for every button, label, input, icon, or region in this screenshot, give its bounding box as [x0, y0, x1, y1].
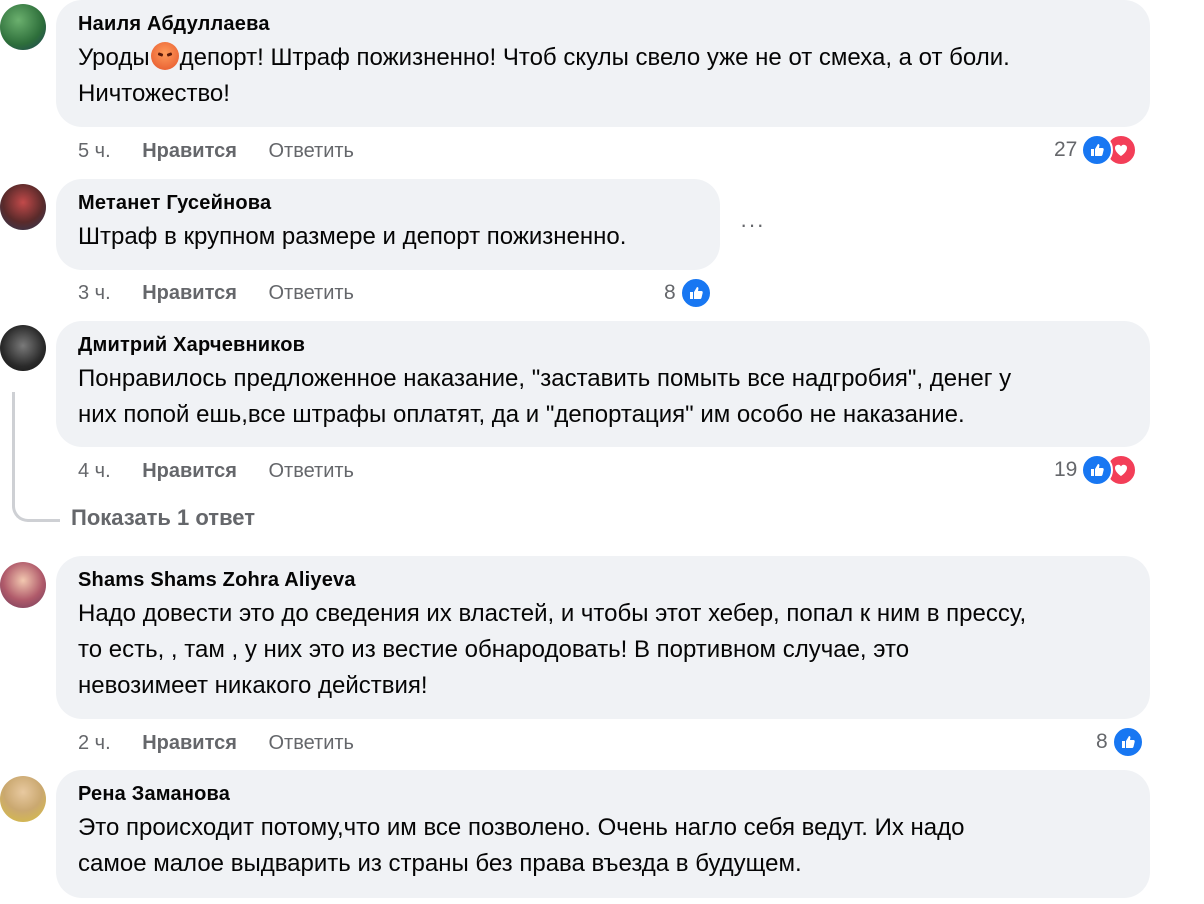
comment-actions: 4 ч. Нравится Ответить — [78, 456, 380, 486]
avatar[interactable] — [0, 776, 46, 822]
like-reaction-icon — [679, 277, 712, 309]
comment-actions: 5 ч. Нравится Ответить — [78, 136, 380, 166]
reply-button[interactable]: Ответить — [268, 460, 354, 482]
like-reaction-icon — [1111, 726, 1144, 758]
comment-time[interactable]: 2 ч. — [78, 732, 111, 754]
comment-text-part: депорт! Штраф пожизненно! Чтоб скулы све… — [179, 44, 1010, 71]
show-replies-link[interactable]: Показать 1 ответ — [71, 505, 255, 531]
comment-author[interactable]: Наиля Абдуллаева — [78, 12, 1128, 36]
comment-time[interactable]: 5 ч. — [78, 140, 111, 162]
more-options-icon[interactable]: ··· — [740, 212, 770, 237]
reply-button[interactable]: Ответить — [268, 140, 354, 162]
reactions-summary[interactable]: 8 — [1096, 724, 1144, 760]
comment-text: Это происходит потому,что им все позволе… — [78, 814, 965, 877]
reply-button[interactable]: Ответить — [268, 282, 354, 304]
comment-time[interactable]: 4 ч. — [78, 460, 111, 482]
reaction-count: 8 — [664, 281, 676, 304]
comment-text: Понравилось предложенное наказание, "зас… — [78, 365, 1012, 428]
reactions-summary[interactable]: 27 — [1054, 132, 1138, 168]
like-button[interactable]: Нравится — [142, 732, 237, 754]
comment-bubble: Дмитрий Харчевников Понравилось предложе… — [56, 321, 1150, 447]
reaction-count: 27 — [1054, 138, 1078, 161]
comment-actions: 3 ч. Нравится Ответить — [78, 278, 380, 308]
comment-author[interactable]: Дмитрий Харчевников — [78, 333, 1128, 357]
like-reaction-icon — [1081, 454, 1114, 486]
comment-author[interactable]: Shams Shams Zohra Aliyeva — [78, 568, 1128, 592]
comment-text-part: Уроды — [78, 44, 150, 71]
comment-actions: 2 ч. Нравится Ответить — [78, 728, 380, 758]
reaction-count: 8 — [1096, 730, 1108, 753]
like-reaction-icon — [1081, 134, 1114, 166]
comment-bubble: Метанет Гусейнова Штраф в крупном размер… — [56, 179, 720, 270]
comment-text: Надо довести это до сведения их властей,… — [78, 600, 1027, 699]
like-button[interactable]: Нравится — [142, 460, 237, 482]
reply-thread-line — [12, 392, 60, 522]
reactions-summary[interactable]: 19 — [1054, 452, 1138, 488]
comment-text: Штраф в крупном размере и депорт пожизне… — [78, 223, 627, 250]
comment-bubble: Shams Shams Zohra Aliyeva Надо довести э… — [56, 556, 1150, 719]
comment-author[interactable]: Рена Заманова — [78, 782, 1128, 806]
avatar[interactable] — [0, 4, 46, 50]
comment-author[interactable]: Метанет Гусейнова — [78, 191, 698, 215]
reactions-summary[interactable]: 8 — [664, 275, 712, 311]
reaction-count: 19 — [1054, 458, 1078, 481]
comment-bubble: Наиля Абдуллаева Уроды депорт! Штраф пожи… — [56, 0, 1150, 127]
like-button[interactable]: Нравится — [142, 140, 237, 162]
avatar[interactable] — [0, 325, 46, 371]
angry-face-icon — [150, 42, 179, 70]
comment-text: Уроды депорт! Штраф пожизненно! Чтоб скул… — [78, 40, 1128, 112]
comment-text-part: Ничтожество! — [78, 80, 230, 107]
like-button[interactable]: Нравится — [142, 282, 237, 304]
avatar[interactable] — [0, 184, 46, 230]
comment-bubble: Рена Заманова Это происходит потому,что … — [56, 770, 1150, 898]
reply-button[interactable]: Ответить — [268, 732, 354, 754]
comment-time[interactable]: 3 ч. — [78, 282, 111, 304]
avatar[interactable] — [0, 562, 46, 608]
